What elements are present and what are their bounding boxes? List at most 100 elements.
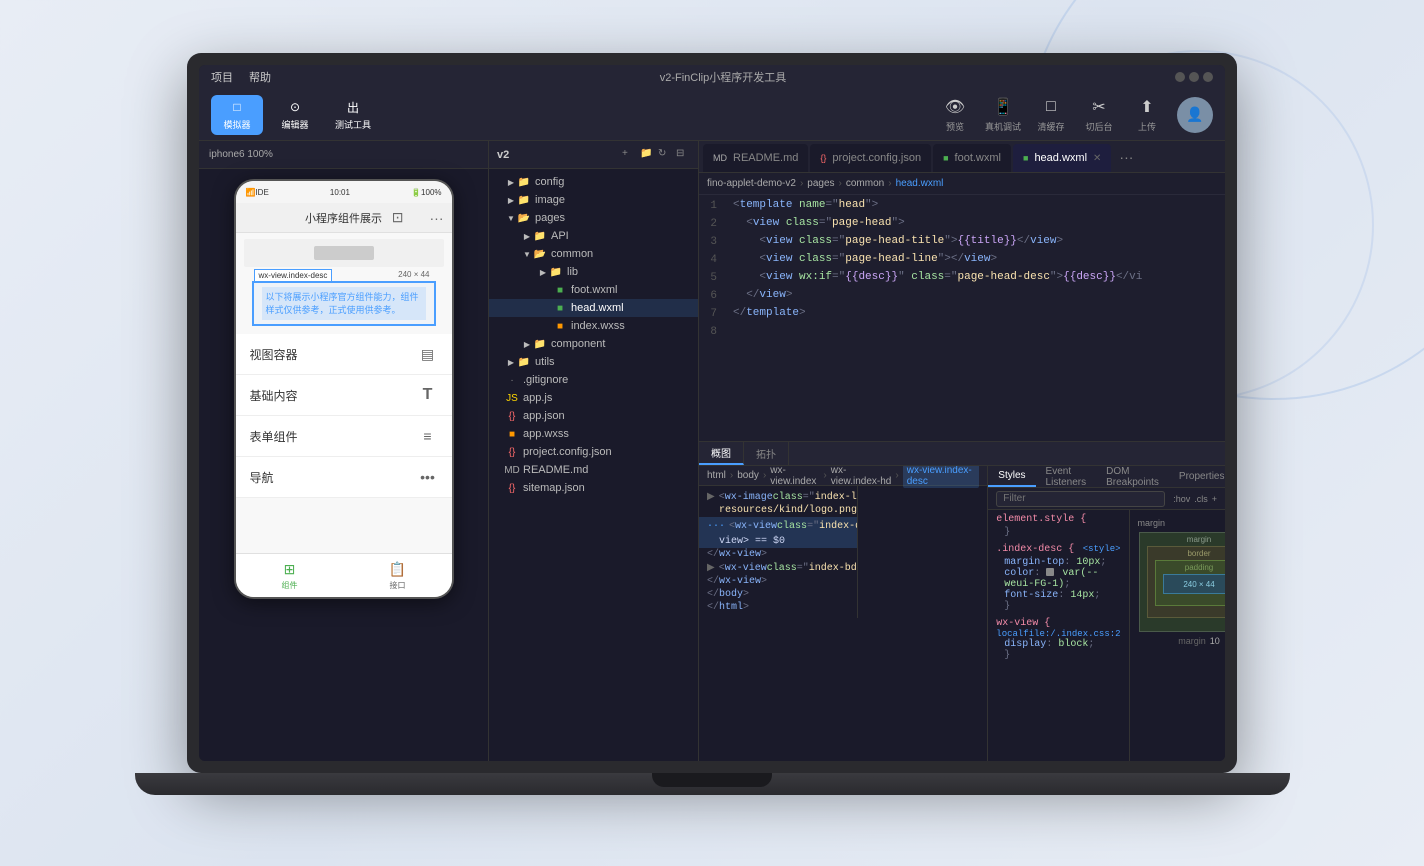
- styles-tab-event-listeners[interactable]: Event Listeners: [1036, 466, 1097, 487]
- tab-interface[interactable]: 📋 接口: [344, 554, 452, 597]
- editor-icon: ⊙: [286, 98, 304, 116]
- styles-tab-styles[interactable]: Styles: [988, 466, 1035, 487]
- tab-more-icon[interactable]: ···: [1113, 149, 1139, 165]
- styles-tab-properties[interactable]: Properties: [1169, 466, 1225, 487]
- minimize-button[interactable]: [1175, 72, 1185, 82]
- json-icon-project: {}: [505, 445, 519, 459]
- menu-item-project[interactable]: 项目: [211, 69, 233, 85]
- filter-options: :hov .cls +: [1173, 494, 1217, 504]
- devtools-tab-elements[interactable]: 概图: [699, 442, 744, 465]
- html-bc-index-desc[interactable]: wx-view.index-desc: [903, 466, 980, 488]
- list-item-nav[interactable]: 导航 •••: [236, 457, 452, 498]
- tree-item-common[interactable]: ▼ 📂 common: [489, 245, 698, 263]
- cut-action[interactable]: ✂ 切后台: [1081, 96, 1117, 133]
- style-source-1[interactable]: <style>: [1083, 544, 1121, 554]
- wxss-icon-index: ■: [553, 319, 567, 333]
- folder-icon-utils: 📁: [517, 355, 531, 369]
- tree-item-app-js[interactable]: JS app.js: [489, 389, 698, 407]
- maximize-button[interactable]: [1189, 72, 1199, 82]
- html-bc-body[interactable]: body: [737, 470, 759, 481]
- tree-item-head-wxml[interactable]: ■ head.wxml: [489, 299, 698, 317]
- tree-item-app-json[interactable]: {} app.json: [489, 407, 698, 425]
- html-bc-index[interactable]: wx-view.index: [770, 466, 819, 487]
- tab-interface-icon: 📋: [389, 560, 407, 578]
- upload-action[interactable]: ⬆ 上传: [1129, 96, 1165, 133]
- laptop-screen: 项目 帮助 v2-FinClip小程序开发工具 □ 模拟器: [199, 65, 1225, 761]
- box-model-title: margin 10: [1138, 518, 1225, 528]
- list-item-view-container[interactable]: 视图容器 ▤: [236, 334, 452, 375]
- avatar-placeholder: 👤: [1186, 106, 1203, 123]
- style-source-2[interactable]: localfile:/.index.css:2: [996, 629, 1120, 639]
- tree-item-index-wxss[interactable]: ■ index.wxss: [489, 317, 698, 335]
- real-machine-action[interactable]: 📱 真机调试: [985, 96, 1021, 133]
- simulate-button[interactable]: □ 模拟器: [211, 95, 263, 135]
- tab-component[interactable]: ⊞ 组件: [236, 554, 344, 597]
- breadcrumb: fino-applet-demo-v2 › pages › common › h…: [699, 173, 1225, 195]
- list-item-basic-content[interactable]: 基础内容 T: [236, 375, 452, 416]
- expand-icon-2[interactable]: ▶: [707, 562, 715, 574]
- tree-item-utils[interactable]: ▶ 📁 utils: [489, 353, 698, 371]
- tree-item-lib[interactable]: ▶ 📁 lib: [489, 263, 698, 281]
- close-button[interactable]: [1203, 72, 1213, 82]
- tree-item-project-config[interactable]: {} project.config.json: [489, 443, 698, 461]
- refresh-icon[interactable]: ↻: [658, 148, 672, 162]
- tab-close-icon[interactable]: ✕: [1093, 153, 1101, 164]
- filter-hov[interactable]: :hov: [1173, 494, 1190, 504]
- styles-tab-dom-breakpoints[interactable]: DOM Breakpoints: [1096, 466, 1169, 487]
- desc-text: 以下将展示小程序官方组件能力，组件样式仅供参考，正式使用供参考。: [262, 287, 426, 320]
- code-line-7: 7 </template>: [699, 307, 1225, 325]
- tree-item-component[interactable]: ▶ 📁 component: [489, 335, 698, 353]
- devtools-tab-console[interactable]: 拓扑: [744, 442, 789, 465]
- tree-arrow-pages: ▼: [505, 212, 517, 224]
- editor-button[interactable]: ⊙ 编辑器: [269, 95, 321, 135]
- menu-item-help[interactable]: 帮助: [249, 69, 271, 85]
- tree-item-image[interactable]: ▶ 📁 image: [489, 191, 698, 209]
- nav-expand-icon[interactable]: ⊡: [392, 209, 404, 226]
- tab-foot-wxml[interactable]: ■ foot.wxml: [933, 144, 1011, 172]
- new-file-icon[interactable]: +: [622, 148, 636, 162]
- tree-label-head-wxml: head.wxml: [571, 302, 624, 314]
- code-editor[interactable]: 1 <template name="head"> 2 <view class="…: [699, 195, 1225, 441]
- tree-item-config[interactable]: ▶ 📁 config: [489, 173, 698, 191]
- collapse-icon[interactable]: ⊟: [676, 148, 690, 162]
- html-bc-index-hd[interactable]: wx-view.index-hd: [831, 466, 892, 487]
- filter-plus[interactable]: +: [1212, 494, 1217, 504]
- tree-arrow-component: ▶: [521, 338, 533, 350]
- tree-item-app-wxss[interactable]: ■ app.wxss: [489, 425, 698, 443]
- logo-image: [314, 246, 374, 260]
- devtools-panel: 概图 拓扑 htm: [699, 441, 1225, 761]
- list-label-1: 基础内容: [250, 387, 298, 404]
- devtools-top-tabs: 概图 拓扑: [699, 442, 1225, 466]
- phone-mockup: 📶IDE 10:01 🔋100% 小程序组件展示 ··· ⊡: [199, 169, 488, 761]
- tab-head-wxml[interactable]: ■ head.wxml ✕: [1013, 144, 1111, 172]
- tree-item-readme[interactable]: MD README.md: [489, 461, 698, 479]
- folder-icon-config: 📁: [517, 175, 531, 189]
- tab-readme-icon: MD: [713, 153, 727, 163]
- nav-more-icon[interactable]: ···: [430, 210, 444, 226]
- tree-item-foot-wxml[interactable]: ■ foot.wxml: [489, 281, 698, 299]
- preview-header: iphone6 100%: [199, 141, 488, 169]
- toolbar-left: □ 模拟器 ⊙ 编辑器 出 测试工具: [211, 95, 379, 135]
- html-bc-html[interactable]: html: [707, 470, 726, 481]
- real-machine-icon: 📱: [992, 96, 1014, 118]
- tab-readme[interactable]: MD README.md: [703, 144, 808, 172]
- clear-cache-action[interactable]: □ 清缓存: [1033, 96, 1069, 133]
- user-avatar[interactable]: 👤: [1177, 97, 1213, 133]
- file-tree-title: v2: [497, 149, 509, 161]
- new-folder-icon[interactable]: 📁: [640, 148, 654, 162]
- tree-item-sitemap[interactable]: {} sitemap.json: [489, 479, 698, 497]
- expand-icon-1[interactable]: ▶: [707, 491, 715, 503]
- tab-project-config[interactable]: {} project.config.json: [810, 144, 931, 172]
- filter-input-area[interactable]: [996, 491, 1165, 507]
- tree-item-gitignore[interactable]: · .gitignore: [489, 371, 698, 389]
- list-item-form[interactable]: 表单组件 ≡: [236, 416, 452, 457]
- line-content-3: <view class="page-head-title">{{title}}<…: [729, 235, 1225, 253]
- tree-item-pages[interactable]: ▼ 📂 pages: [489, 209, 698, 227]
- code-line-2: 2 <view class="page-head">: [699, 217, 1225, 235]
- carrier-info: 📶IDE: [246, 188, 269, 197]
- test-button[interactable]: 出 测试工具: [327, 95, 379, 135]
- tree-item-api[interactable]: ▶ 📁 API: [489, 227, 698, 245]
- preview-action[interactable]: 👁 预览: [937, 96, 973, 133]
- filter-input[interactable]: [1003, 493, 1158, 504]
- filter-cls[interactable]: .cls: [1194, 494, 1208, 504]
